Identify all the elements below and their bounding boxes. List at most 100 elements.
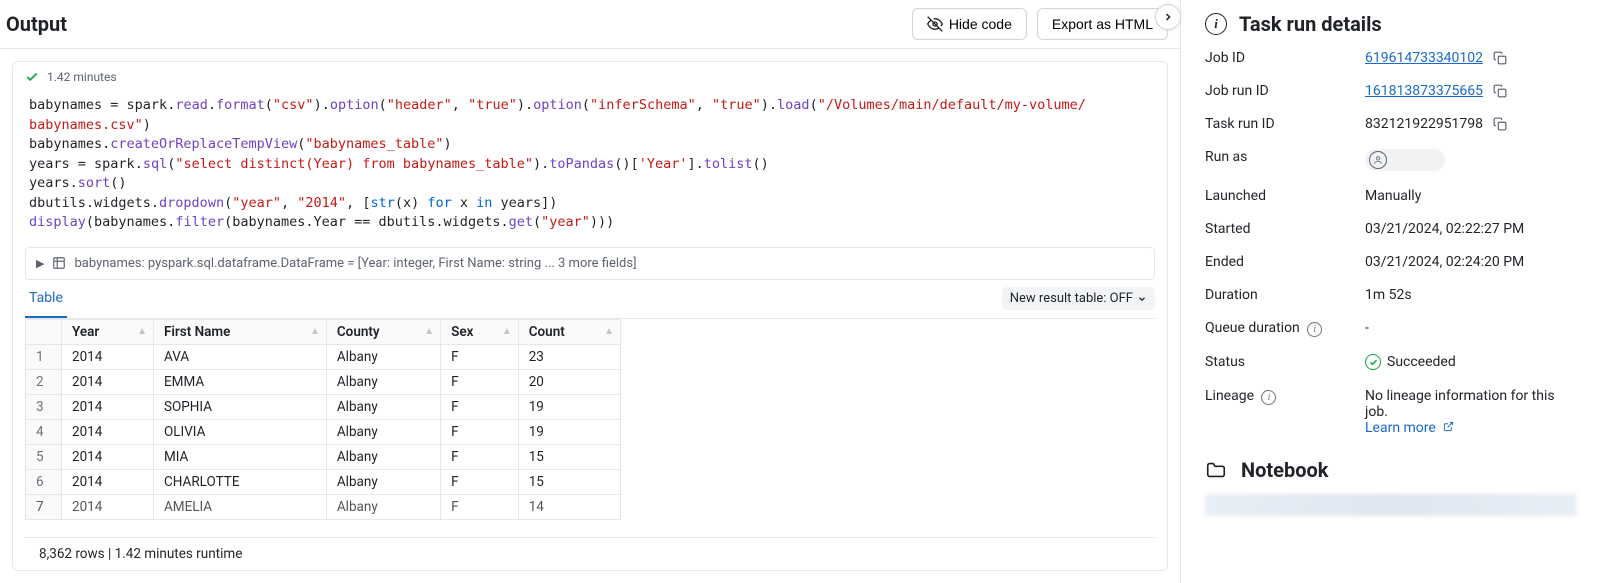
- cell: 2014: [62, 444, 154, 469]
- info-icon[interactable]: i: [1261, 390, 1276, 405]
- cell: MIA: [153, 444, 326, 469]
- cell: F: [441, 394, 519, 419]
- cell: 2014: [62, 344, 154, 369]
- cell: 15: [518, 469, 620, 494]
- rownum-cell: 7: [26, 494, 62, 519]
- tab-table[interactable]: Table: [25, 280, 67, 318]
- column-header[interactable]: Sex▲: [441, 319, 519, 344]
- status-label: Status: [1205, 354, 1365, 371]
- cell: 14: [518, 494, 620, 519]
- run-as-user[interactable]: [1365, 149, 1445, 171]
- cell: Albany: [326, 494, 440, 519]
- column-header[interactable]: Year▲: [62, 319, 154, 344]
- duration-label: Duration: [1205, 287, 1365, 303]
- cell: 2014: [62, 494, 154, 519]
- cell: Albany: [326, 369, 440, 394]
- copy-icon[interactable]: [1493, 84, 1507, 98]
- hide-code-button[interactable]: Hide code: [912, 8, 1027, 40]
- run-as-user-name: [1393, 152, 1435, 168]
- cell: F: [441, 444, 519, 469]
- external-link-icon: [1443, 421, 1454, 432]
- sort-icon[interactable]: ▲: [502, 326, 512, 337]
- ended-label: Ended: [1205, 254, 1365, 270]
- table-row[interactable]: 72014AMELIAAlbanyF14: [26, 494, 621, 519]
- lineage-text: No lineage information for this job.: [1365, 388, 1555, 420]
- cell: AMELIA: [153, 494, 326, 519]
- cell: CHARLOTTE: [153, 469, 326, 494]
- rownum-cell: 6: [26, 469, 62, 494]
- lineage-label: Lineage i: [1205, 388, 1365, 436]
- rownum-cell: 1: [26, 344, 62, 369]
- cell: 23: [518, 344, 620, 369]
- column-header[interactable]: Count▲: [518, 319, 620, 344]
- result-table: Year▲First Name▲County▲Sex▲Count▲ 12014A…: [25, 319, 621, 520]
- table-row[interactable]: 62014CHARLOTTEAlbanyF15: [26, 469, 621, 494]
- cell: F: [441, 469, 519, 494]
- export-html-label: Export as HTML: [1052, 16, 1153, 32]
- cell: F: [441, 344, 519, 369]
- copy-icon[interactable]: [1493, 117, 1507, 131]
- lineage-learn-more-link[interactable]: Learn more: [1365, 420, 1454, 436]
- cell: OLIVIA: [153, 419, 326, 444]
- info-icon[interactable]: i: [1307, 322, 1322, 337]
- cell: SOPHIA: [153, 394, 326, 419]
- job-run-id-link[interactable]: 161813873375665: [1365, 83, 1483, 99]
- cell: 2014: [62, 394, 154, 419]
- cell: 20: [518, 369, 620, 394]
- started-label: Started: [1205, 221, 1365, 237]
- cell: 19: [518, 419, 620, 444]
- sort-icon[interactable]: ▲: [137, 326, 147, 337]
- expand-caret-icon[interactable]: ▶: [36, 257, 44, 270]
- cell: AVA: [153, 344, 326, 369]
- cell: 2014: [62, 469, 154, 494]
- queue-duration-value: -: [1365, 320, 1577, 337]
- new-result-table-label: New result table: OFF: [1010, 291, 1133, 306]
- table-row[interactable]: 32014SOPHIAAlbanyF19: [26, 394, 621, 419]
- success-icon: [1365, 354, 1381, 370]
- cell: 19: [518, 394, 620, 419]
- check-icon: [25, 70, 39, 84]
- page-title: Output: [6, 12, 67, 36]
- table-row[interactable]: 22014EMMAAlbanyF20: [26, 369, 621, 394]
- cell: F: [441, 494, 519, 519]
- rownum-header: [26, 319, 62, 344]
- schema-box[interactable]: ▶ babynames: pyspark.sql.dataframe.DataF…: [25, 247, 1155, 280]
- cell: Albany: [326, 419, 440, 444]
- rownum-cell: 3: [26, 394, 62, 419]
- sort-icon[interactable]: ▲: [604, 326, 614, 337]
- job-id-label: Job ID: [1205, 50, 1365, 66]
- cell: F: [441, 369, 519, 394]
- cell: 2014: [62, 369, 154, 394]
- ended-value: 03/21/2024, 02:24:20 PM: [1365, 254, 1577, 270]
- info-icon: i: [1205, 13, 1227, 35]
- cell: Albany: [326, 469, 440, 494]
- collapse-right-pane-button[interactable]: [1155, 4, 1181, 30]
- task-run-id-label: Task run ID: [1205, 116, 1365, 132]
- details-title: Task run details: [1239, 12, 1382, 36]
- copy-icon[interactable]: [1493, 51, 1507, 65]
- cell: Albany: [326, 344, 440, 369]
- column-header[interactable]: First Name▲: [153, 319, 326, 344]
- schema-text: babynames: pyspark.sql.dataframe.DataFra…: [74, 256, 636, 271]
- table-row[interactable]: 52014MIAAlbanyF15: [26, 444, 621, 469]
- table-footer: 8,362 rows | 1.42 minutes runtime: [25, 537, 1155, 570]
- job-run-id-label: Job run ID: [1205, 83, 1365, 99]
- sort-icon[interactable]: ▲: [310, 326, 320, 337]
- table-row[interactable]: 12014AVAAlbanyF23: [26, 344, 621, 369]
- notebook-path-redacted: [1205, 494, 1577, 516]
- sort-icon[interactable]: ▲: [424, 326, 434, 337]
- table-row[interactable]: 42014OLIVIAAlbanyF19: [26, 419, 621, 444]
- launched-label: Launched: [1205, 188, 1365, 204]
- duration-value: 1m 52s: [1365, 287, 1577, 303]
- runtime-label: 1.42 minutes: [47, 70, 117, 84]
- rownum-cell: 5: [26, 444, 62, 469]
- column-header[interactable]: County▲: [326, 319, 440, 344]
- new-result-table-toggle[interactable]: New result table: OFF: [1002, 287, 1155, 310]
- export-html-button[interactable]: Export as HTML: [1037, 8, 1168, 40]
- eye-off-icon: [927, 16, 943, 32]
- table-icon: [52, 256, 66, 270]
- chevron-right-icon: [1162, 11, 1174, 23]
- queue-duration-label: Queue duration i: [1205, 320, 1365, 337]
- notebook-section-title: Notebook: [1241, 458, 1328, 482]
- job-id-link[interactable]: 619614733340102: [1365, 50, 1483, 66]
